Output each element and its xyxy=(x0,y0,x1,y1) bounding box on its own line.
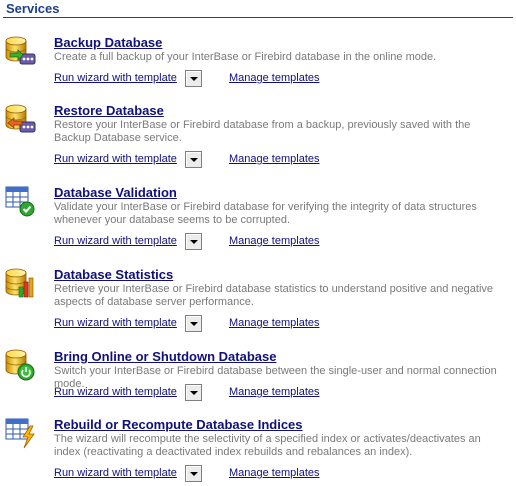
manage-templates-link[interactable]: Manage templates xyxy=(229,467,320,479)
run-wizard-link[interactable]: Run wizard with template xyxy=(54,153,177,165)
section-title: Services xyxy=(6,1,60,16)
service-description: Create a full backup of your InterBase o… xyxy=(54,51,437,63)
database-statistics-icon xyxy=(4,267,36,299)
service-description: Restore your InterBase or Firebird datab… xyxy=(54,119,471,144)
header-divider xyxy=(3,17,513,18)
table-check-icon xyxy=(4,185,36,217)
manage-templates-link[interactable]: Manage templates xyxy=(229,72,320,84)
manage-templates-link[interactable]: Manage templates xyxy=(229,386,320,398)
service-title-link[interactable]: Backup Database xyxy=(54,35,162,50)
service-description: Validate your InterBase or Firebird data… xyxy=(54,201,477,226)
template-dropdown-button[interactable] xyxy=(185,315,202,332)
service-title-link[interactable]: Restore Database xyxy=(54,103,164,118)
run-wizard-link[interactable]: Run wizard with template xyxy=(54,235,177,247)
service-description: Retrieve your InterBase or Firebird data… xyxy=(54,283,494,308)
run-wizard-link[interactable]: Run wizard with template xyxy=(54,317,177,329)
manage-templates-link[interactable]: Manage templates xyxy=(229,153,320,165)
template-dropdown-button[interactable] xyxy=(185,233,202,250)
template-dropdown-button[interactable] xyxy=(185,384,202,401)
database-power-icon xyxy=(4,349,36,381)
service-title-link[interactable]: Rebuild or Recompute Database Indices xyxy=(54,417,303,432)
service-title-link[interactable]: Database Statistics xyxy=(54,267,173,282)
service-description: The wizard will recompute the selectivit… xyxy=(54,433,481,458)
database-restore-icon xyxy=(4,103,36,135)
run-wizard-link[interactable]: Run wizard with template xyxy=(54,72,177,84)
manage-templates-link[interactable]: Manage templates xyxy=(229,235,320,247)
table-lightning-icon xyxy=(4,417,36,449)
template-dropdown-button[interactable] xyxy=(185,465,202,482)
database-backup-icon xyxy=(4,35,36,67)
service-title-link[interactable]: Bring Online or Shutdown Database xyxy=(54,349,276,364)
run-wizard-link[interactable]: Run wizard with template xyxy=(54,386,177,398)
service-title-link[interactable]: Database Validation xyxy=(54,185,177,200)
run-wizard-link[interactable]: Run wizard with template xyxy=(54,467,177,479)
services-header: Services xyxy=(0,0,516,24)
template-dropdown-button[interactable] xyxy=(185,151,202,168)
manage-templates-link[interactable]: Manage templates xyxy=(229,317,320,329)
template-dropdown-button[interactable] xyxy=(185,70,202,87)
